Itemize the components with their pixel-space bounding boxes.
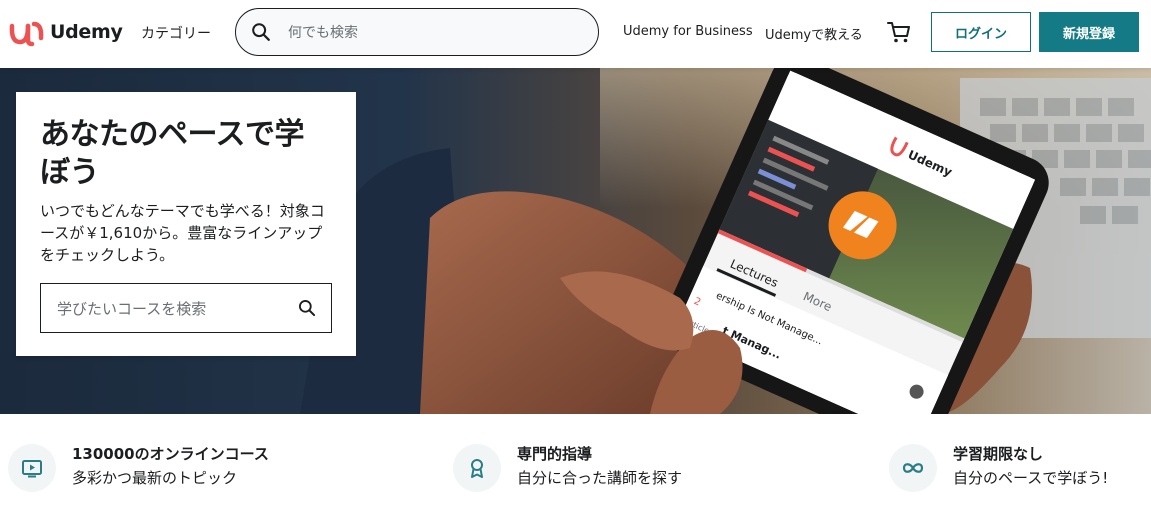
feature-title: 130000のオンラインコース <box>72 445 269 463</box>
hero-title-line-2: ぼう <box>40 155 100 190</box>
hero-search-bar[interactable]: 学びたいコースを検索 <box>40 283 332 333</box>
login-button[interactable]: ログイン <box>931 12 1031 52</box>
search-icon[interactable] <box>297 298 317 318</box>
hero-search-input[interactable]: 学びたいコースを検索 <box>57 298 206 319</box>
udemy-logo-icon <box>9 21 44 47</box>
feature-lifetime-access: 学習期限なし 自分のペースで学ぼう! <box>889 442 1108 492</box>
logo-text: Udemy <box>50 21 123 43</box>
feature-desc: 多彩かつ最新のトピック <box>72 469 238 487</box>
video-icon <box>8 444 56 492</box>
search-icon[interactable] <box>250 21 272 43</box>
teach-on-udemy-link[interactable]: Udemyで教える <box>765 24 863 43</box>
hero-subtitle: いつでもどんなテーマでも学べる！対象コースが￥1,610から。豊富なラインアップ… <box>40 202 325 264</box>
hero-title: あなたのペースで学 ぼう <box>40 116 332 192</box>
hero-banner: Udemy Lectures More ership Is Not Manage… <box>0 68 1151 414</box>
feature-expert-instruction: 専門的指導 自分に合った講師を探す <box>453 442 682 492</box>
udemy-logo[interactable]: Udemy <box>8 16 123 48</box>
udemy-business-link[interactable]: Udemy for Business <box>623 24 753 39</box>
feature-desc: 自分のペースで学ぼう! <box>953 469 1109 487</box>
features-bar: 130000のオンラインコース 多彩かつ最新のトピック 専門的指導 自分に合った… <box>0 414 1151 516</box>
search-bar[interactable]: 何でも検索 <box>235 8 599 56</box>
top-header: Udemy カテゴリー 何でも検索 Udemy for Business Ude… <box>0 0 1151 68</box>
signup-button[interactable]: 新規登録 <box>1039 12 1139 52</box>
search-input[interactable]: 何でも検索 <box>288 22 358 42</box>
award-icon <box>453 444 501 492</box>
category-menu[interactable]: カテゴリー <box>141 23 211 43</box>
feature-online-courses: 130000のオンラインコース 多彩かつ最新のトピック <box>8 442 269 492</box>
feature-title: 学習期限なし <box>953 445 1044 463</box>
feature-desc: 自分に合った講師を探す <box>517 469 683 487</box>
feature-title: 専門的指導 <box>517 445 593 463</box>
hero-title-line-1: あなたのペースで学 <box>40 117 305 152</box>
cart-icon[interactable] <box>886 19 912 45</box>
infinity-icon <box>889 444 937 492</box>
hero-card: あなたのペースで学 ぼう いつでもどんなテーマでも学べる！対象コースが￥1,61… <box>16 92 356 356</box>
